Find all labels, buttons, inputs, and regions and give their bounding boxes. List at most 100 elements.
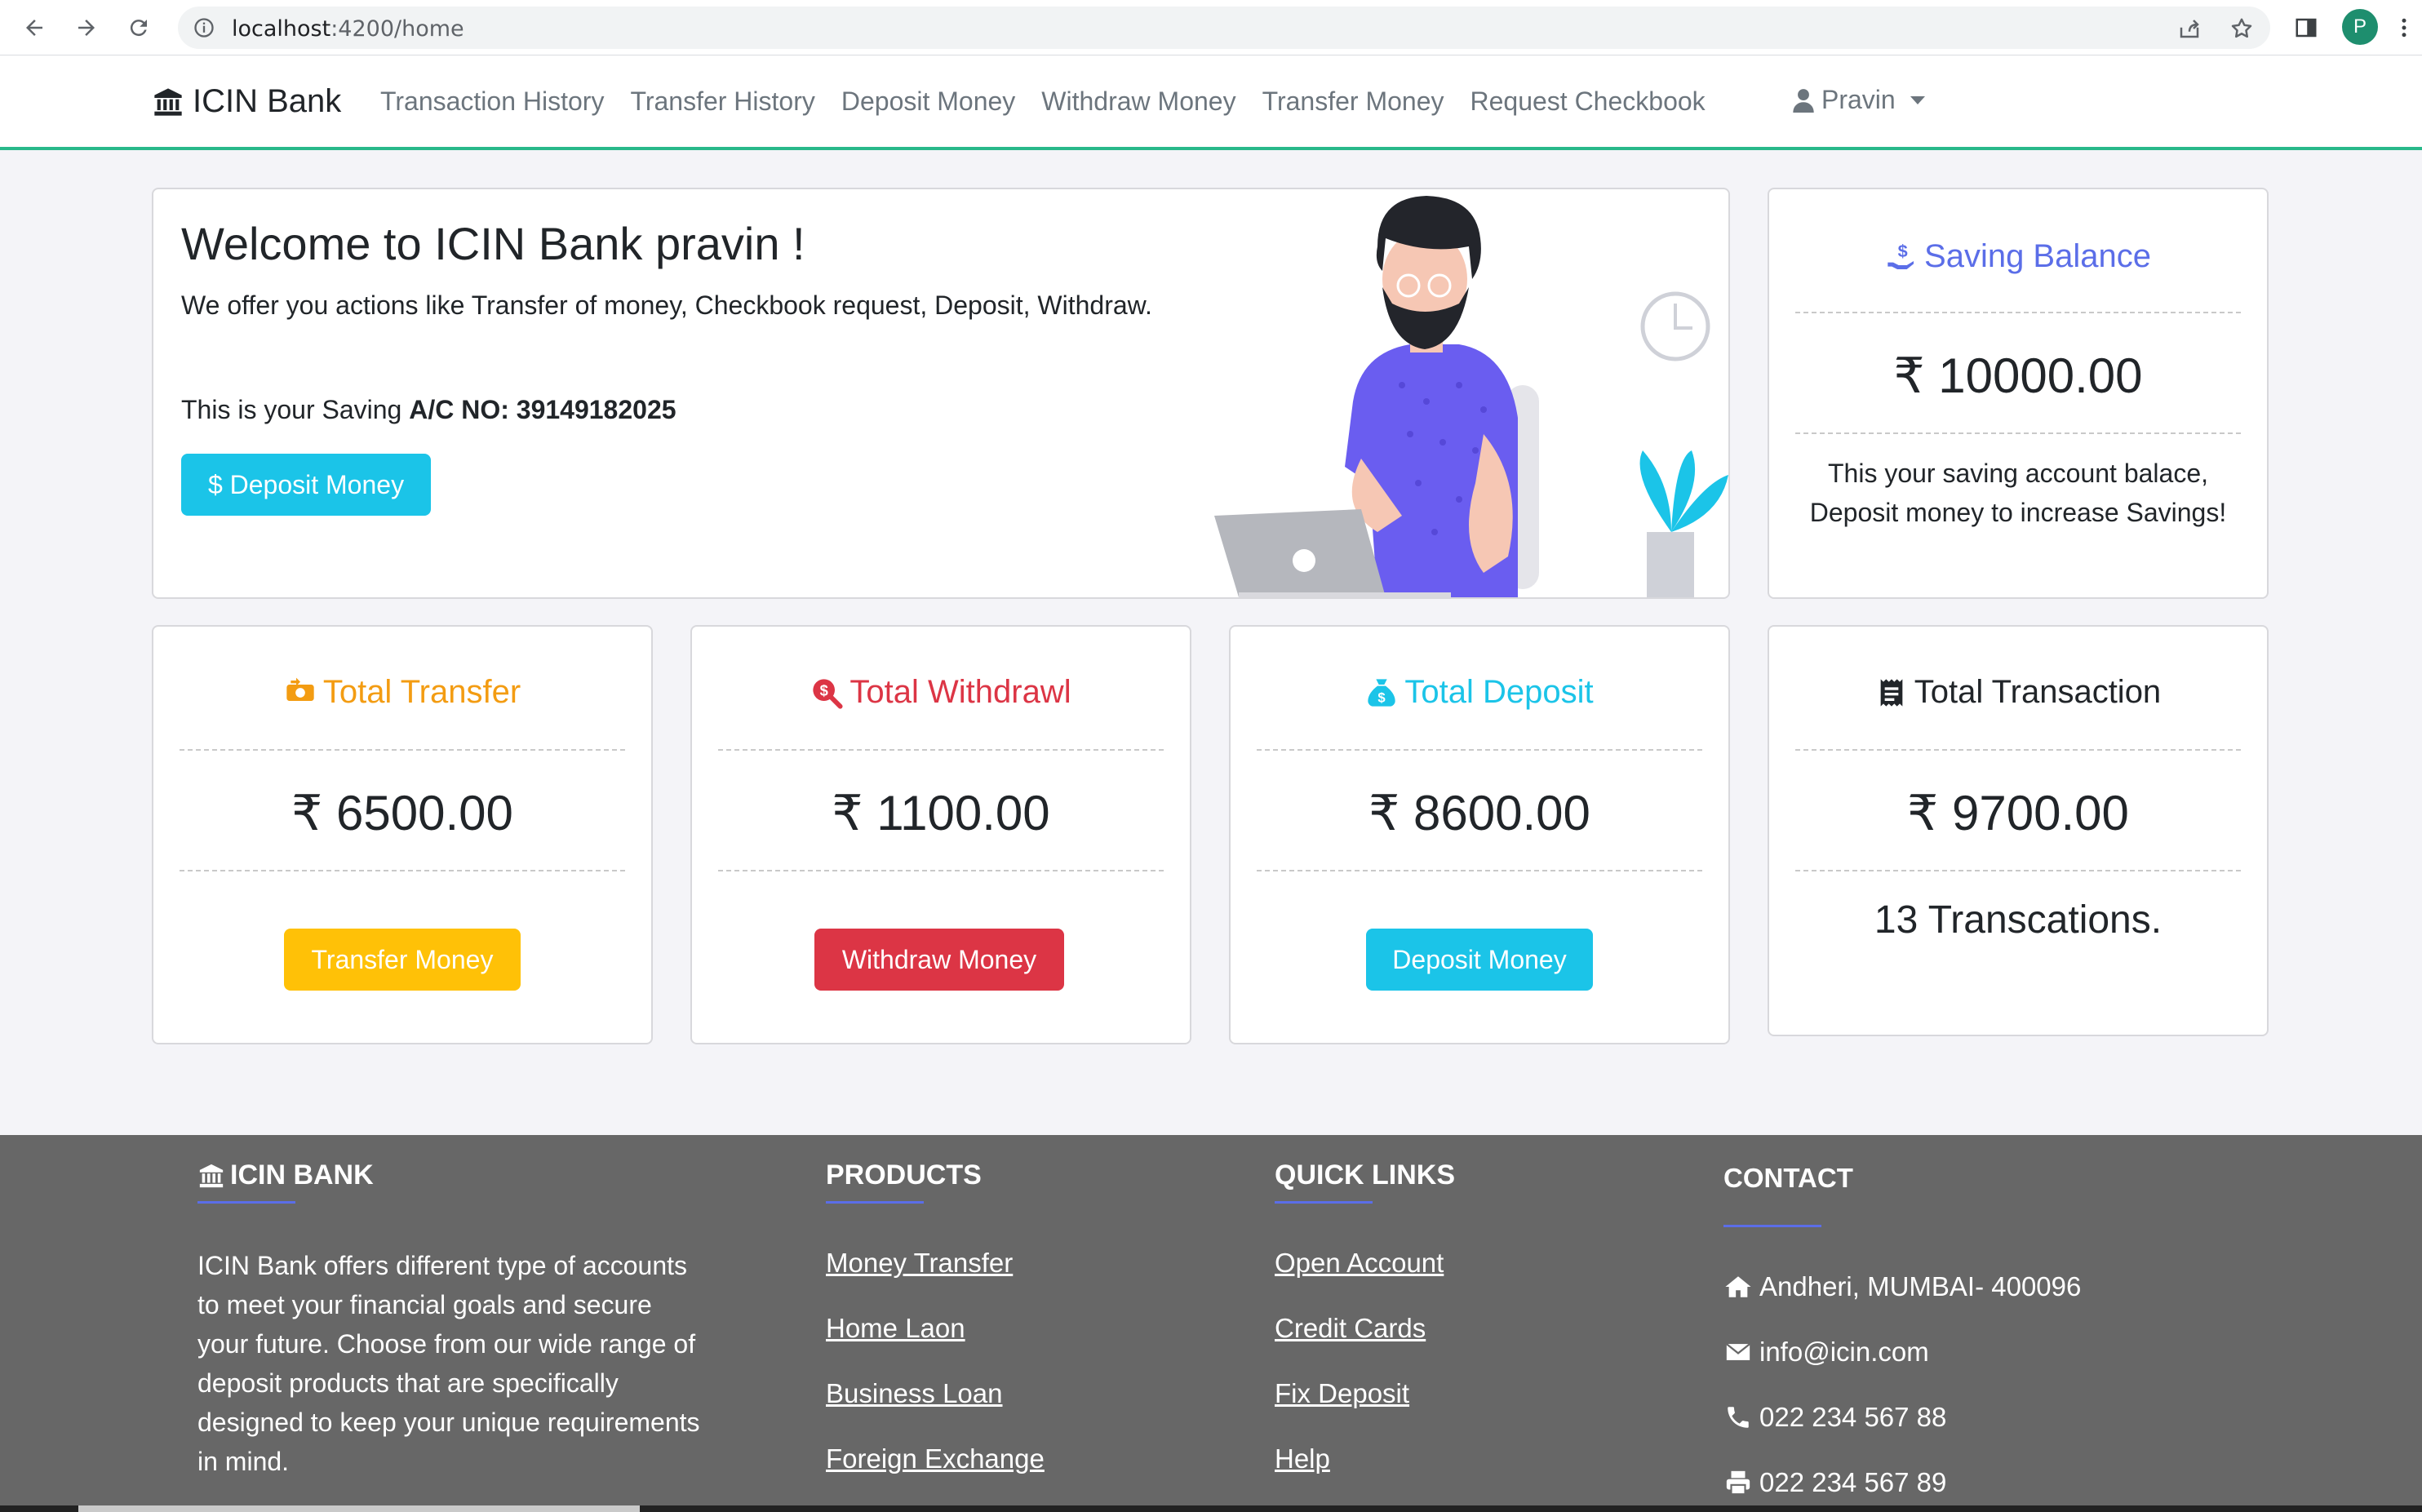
envelope-icon xyxy=(1726,1343,1750,1360)
footer-link-open-account[interactable]: Open Account xyxy=(1275,1244,1455,1282)
divider xyxy=(180,749,625,751)
footer-link-credit-cards[interactable]: Credit Cards xyxy=(1275,1310,1455,1347)
forward-button[interactable] xyxy=(69,10,104,46)
url-text: localhost:4200/home xyxy=(232,16,464,42)
contact-email: info@icin.com xyxy=(1723,1333,2081,1371)
heading-underline xyxy=(826,1201,924,1204)
svg-text:$: $ xyxy=(1898,241,1908,261)
phone-icon xyxy=(1728,1407,1749,1428)
footer-quick-title: QUICK LINKS xyxy=(1275,1159,1455,1191)
address-bar[interactable]: localhost:4200/home xyxy=(178,7,2270,49)
deposit-money-button[interactable]: $ Deposit Money xyxy=(181,454,431,516)
contact-fax: 022 234 567 89 xyxy=(1723,1464,2081,1501)
total-deposit-title: $ Total Deposit xyxy=(1231,674,1728,711)
total-transfer-title: Total Transfer xyxy=(153,674,651,711)
footer-contact: CONTACT Andheri, MUMBAI- 400096 info@ici… xyxy=(1723,1159,2081,1512)
deposit-money-card-button[interactable]: Deposit Money xyxy=(1366,929,1593,991)
browser-menu-button[interactable] xyxy=(2386,10,2422,46)
star-icon[interactable] xyxy=(2229,16,2254,41)
heading-underline xyxy=(197,1201,295,1204)
back-button[interactable] xyxy=(16,10,52,46)
nav-transfer-history[interactable]: Transfer History xyxy=(630,86,814,117)
total-withdrawl-card: $ Total Withdrawl ₹ 1100.00 Withdraw Mon… xyxy=(690,625,1191,1044)
nav-links: Transaction History Transfer History Dep… xyxy=(380,86,1732,117)
footer-link-fix-deposit[interactable]: Fix Deposit xyxy=(1275,1375,1455,1412)
saving-amount: ₹ 10000.00 xyxy=(1893,348,2143,403)
heading-underline xyxy=(1723,1225,1821,1227)
side-panel-button[interactable] xyxy=(2288,10,2324,46)
nav-deposit-money[interactable]: Deposit Money xyxy=(841,86,1015,117)
nav-transfer-money[interactable]: Transfer Money xyxy=(1262,86,1444,117)
footer-link-foreign-exchange[interactable]: Foreign Exchange xyxy=(826,1440,1045,1478)
total-transfer-card: Total Transfer ₹ 6500.00 Transfer Money xyxy=(152,625,653,1044)
share-icon[interactable] xyxy=(2177,16,2202,41)
footer-link-help[interactable]: Help xyxy=(1275,1440,1455,1478)
total-withdrawl-title: $ Total Withdrawl xyxy=(692,674,1190,711)
horizontal-scrollbar[interactable] xyxy=(78,1505,640,1512)
withdraw-money-button[interactable]: Withdraw Money xyxy=(814,929,1064,991)
printer-icon xyxy=(1726,1470,1750,1496)
footer-link-business-loan[interactable]: Business Loan xyxy=(826,1375,1045,1412)
contact-phone: 022 234 567 88 xyxy=(1723,1399,2081,1436)
browser-toolbar: localhost:4200/home P xyxy=(0,0,2422,55)
welcome-title: Welcome to ICIN Bank pravin ! xyxy=(181,218,805,269)
footer-link-money-transfer[interactable]: Money Transfer xyxy=(826,1244,1045,1282)
caret-down-icon xyxy=(1910,95,1925,104)
brand-link[interactable]: ICIN Bank xyxy=(152,83,341,120)
welcome-subtitle: We offer you actions like Transfer of mo… xyxy=(181,290,1152,320)
footer-about-text: ICIN Bank offers different type of accou… xyxy=(197,1251,700,1476)
search-dollar-icon: $ xyxy=(813,678,843,709)
user-dropdown[interactable]: Pravin xyxy=(1792,85,1925,115)
footer-contact-title: CONTACT xyxy=(1723,1163,1853,1193)
total-deposit-card: $ Total Deposit ₹ 8600.00 Deposit Money xyxy=(1229,625,1730,1044)
arrow-left-icon xyxy=(26,20,42,36)
contact-address: Andheri, MUMBAI- 400096 xyxy=(1723,1268,2081,1306)
nav-transaction-history[interactable]: Transaction History xyxy=(380,86,604,117)
divider xyxy=(180,870,625,871)
svg-text:$: $ xyxy=(1378,689,1386,705)
user-icon xyxy=(1793,88,1814,113)
arrow-right-icon xyxy=(78,20,95,36)
kebab-menu-icon xyxy=(2402,18,2406,38)
welcome-card: Welcome to ICIN Bank pravin ! We offer y… xyxy=(152,188,1730,599)
footer-about: ICIN BANK ICIN Bank offers different typ… xyxy=(197,1159,703,1481)
side-panel-icon xyxy=(2296,18,2317,38)
profile-avatar[interactable]: P xyxy=(2342,9,2378,45)
app-navbar: ICIN Bank Transaction History Transfer H… xyxy=(0,55,2422,150)
transfer-money-button[interactable]: Transfer Money xyxy=(284,929,521,991)
divider xyxy=(718,749,1164,751)
total-transaction-card: Total Transaction ₹ 9700.00 13 Transcati… xyxy=(1768,625,2269,1036)
divider xyxy=(1257,749,1702,751)
reload-button[interactable] xyxy=(121,10,157,46)
footer: ICIN BANK ICIN Bank offers different typ… xyxy=(0,1135,2422,1512)
divider xyxy=(718,870,1164,871)
heading-underline xyxy=(1275,1201,1373,1204)
bank-icon xyxy=(199,1164,224,1187)
transaction-count: 13 Transcations. xyxy=(1874,898,2162,942)
footer-link-home-loan[interactable]: Home Laon xyxy=(826,1310,1045,1347)
footer-about-title: ICIN BANK xyxy=(197,1159,703,1191)
hand-holding-dollar-icon: $ xyxy=(1887,241,1914,269)
bank-icon xyxy=(154,87,182,116)
saving-balance-title: $ Saving Balance xyxy=(1769,238,2267,275)
divider xyxy=(1257,870,1702,871)
user-name: Pravin xyxy=(1821,85,1896,114)
money-transfer-icon xyxy=(286,677,314,701)
divider xyxy=(1795,432,2241,434)
total-transaction-title: Total Transaction xyxy=(1769,674,2267,711)
footer-products: PRODUCTS Money Transfer Home Laon Busine… xyxy=(826,1159,1045,1505)
divider xyxy=(1795,749,2241,751)
receipt-icon xyxy=(1880,678,1903,707)
nav-withdraw-money[interactable]: Withdraw Money xyxy=(1041,86,1235,117)
total-deposit-amount: ₹ 8600.00 xyxy=(1368,786,1590,840)
footer-quick-links: QUICK LINKS Open Account Credit Cards Fi… xyxy=(1275,1159,1455,1505)
saving-balance-card: $ Saving Balance ₹ 10000.00 This your sa… xyxy=(1768,188,2269,599)
reload-icon xyxy=(130,20,147,37)
brand-name: ICIN Bank xyxy=(193,83,342,119)
footer-products-title: PRODUCTS xyxy=(826,1159,982,1191)
nav-request-checkbook[interactable]: Request Checkbook xyxy=(1470,86,1705,117)
account-number: This is your Saving A/C NO: 39149182025 xyxy=(181,395,676,424)
home-icon xyxy=(1725,1276,1751,1297)
total-transfer-amount: ₹ 6500.00 xyxy=(291,786,513,840)
total-transaction-amount: ₹ 9700.00 xyxy=(1907,786,2129,840)
